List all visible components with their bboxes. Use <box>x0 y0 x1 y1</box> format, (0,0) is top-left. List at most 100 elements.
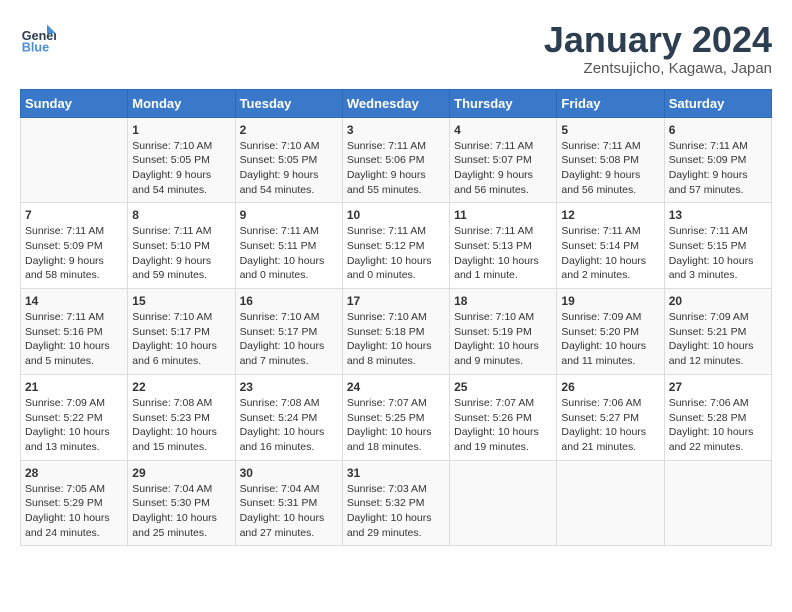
day-number: 24 <box>347 380 445 394</box>
page-header: General Blue January 2024 Zentsujicho, K… <box>20 20 772 77</box>
header-friday: Friday <box>557 89 664 117</box>
day-info: Sunrise: 7:11 AMSunset: 5:15 PMDaylight:… <box>669 224 767 283</box>
svg-text:Blue: Blue <box>22 41 49 55</box>
day-number: 12 <box>561 208 659 222</box>
title-block: January 2024 Zentsujicho, Kagawa, Japan <box>544 20 772 77</box>
calendar-cell: 14Sunrise: 7:11 AMSunset: 5:16 PMDayligh… <box>21 289 128 375</box>
day-info: Sunrise: 7:08 AMSunset: 5:24 PMDaylight:… <box>240 396 338 455</box>
calendar-cell: 24 Sunrise: 7:07 AMSunset: 5:25 PMDayligh… <box>342 374 449 460</box>
day-number: 27 <box>669 380 767 394</box>
week-row-4: 21 Sunrise: 7:09 AMSunset: 5:22 PMDayligh… <box>21 374 772 460</box>
calendar-cell <box>664 460 771 546</box>
day-number: 8 <box>132 208 230 222</box>
day-number: 25 <box>454 380 552 394</box>
calendar-cell <box>450 460 557 546</box>
day-number: 23 <box>240 380 338 394</box>
day-info: Sunrise: 7:10 AMSunset: 5:17 PMDaylight:… <box>132 310 230 369</box>
day-info: Sunrise: 7:11 AMSunset: 5:07 PMDaylight:… <box>454 139 552 198</box>
calendar-cell: 13 Sunrise: 7:11 AMSunset: 5:15 PMDayligh… <box>664 203 771 289</box>
day-number: 20 <box>669 294 767 308</box>
calendar-cell: 22Sunrise: 7:08 AMSunset: 5:23 PMDayligh… <box>128 374 235 460</box>
calendar-cell: 30 Sunrise: 7:04 AMSunset: 5:31 PMDayligh… <box>235 460 342 546</box>
day-number: 1 <box>132 123 230 137</box>
day-number: 13 <box>669 208 767 222</box>
logo-icon: General Blue <box>20 20 56 56</box>
day-number: 17 <box>347 294 445 308</box>
day-number: 10 <box>347 208 445 222</box>
calendar-cell: 17 Sunrise: 7:10 AMSunset: 5:18 PMDayligh… <box>342 289 449 375</box>
logo: General Blue <box>20 20 56 56</box>
day-info: Sunrise: 7:04 AMSunset: 5:30 PMDaylight:… <box>132 482 230 541</box>
calendar-cell: 7 Sunrise: 7:11 AMSunset: 5:09 PMDaylight… <box>21 203 128 289</box>
calendar-cell: 29 Sunrise: 7:04 AMSunset: 5:30 PMDayligh… <box>128 460 235 546</box>
day-info: Sunrise: 7:10 AMSunset: 5:18 PMDaylight:… <box>347 310 445 369</box>
calendar-cell: 4Sunrise: 7:11 AMSunset: 5:07 PMDaylight… <box>450 117 557 203</box>
day-number: 29 <box>132 466 230 480</box>
calendar-cell: 27 Sunrise: 7:06 AMSunset: 5:28 PMDayligh… <box>664 374 771 460</box>
day-info: Sunrise: 7:07 AMSunset: 5:26 PMDaylight:… <box>454 396 552 455</box>
day-info: Sunrise: 7:04 AMSunset: 5:31 PMDaylight:… <box>240 482 338 541</box>
calendar-cell: 25 Sunrise: 7:07 AMSunset: 5:26 PMDayligh… <box>450 374 557 460</box>
day-number: 5 <box>561 123 659 137</box>
day-info: Sunrise: 7:08 AMSunset: 5:23 PMDaylight:… <box>132 396 230 455</box>
day-info: Sunrise: 7:11 AMSunset: 5:09 PMDaylight:… <box>25 224 123 283</box>
calendar-cell: 8 Sunrise: 7:11 AMSunset: 5:10 PMDaylight… <box>128 203 235 289</box>
day-number: 30 <box>240 466 338 480</box>
day-number: 21 <box>25 380 123 394</box>
day-number: 18 <box>454 294 552 308</box>
location-subtitle: Zentsujicho, Kagawa, Japan <box>544 60 772 77</box>
calendar-cell: 11 Sunrise: 7:11 AMSunset: 5:13 PMDayligh… <box>450 203 557 289</box>
day-number: 15 <box>132 294 230 308</box>
calendar-cell: 26Sunrise: 7:06 AMSunset: 5:27 PMDayligh… <box>557 374 664 460</box>
calendar-cell: 21 Sunrise: 7:09 AMSunset: 5:22 PMDayligh… <box>21 374 128 460</box>
calendar-cell: 1Sunrise: 7:10 AMSunset: 5:05 PMDaylight… <box>128 117 235 203</box>
day-number: 28 <box>25 466 123 480</box>
day-number: 11 <box>454 208 552 222</box>
day-info: Sunrise: 7:09 AMSunset: 5:21 PMDaylight:… <box>669 310 767 369</box>
day-number: 7 <box>25 208 123 222</box>
calendar-cell <box>557 460 664 546</box>
day-info: Sunrise: 7:11 AMSunset: 5:11 PMDaylight:… <box>240 224 338 283</box>
calendar-cell: 19Sunrise: 7:09 AMSunset: 5:20 PMDayligh… <box>557 289 664 375</box>
day-number: 31 <box>347 466 445 480</box>
calendar-cell: 15 Sunrise: 7:10 AMSunset: 5:17 PMDayligh… <box>128 289 235 375</box>
day-info: Sunrise: 7:11 AMSunset: 5:14 PMDaylight:… <box>561 224 659 283</box>
header-thursday: Thursday <box>450 89 557 117</box>
header-tuesday: Tuesday <box>235 89 342 117</box>
calendar-cell: 20 Sunrise: 7:09 AMSunset: 5:21 PMDayligh… <box>664 289 771 375</box>
calendar-cell: 6 Sunrise: 7:11 AMSunset: 5:09 PMDaylight… <box>664 117 771 203</box>
week-row-5: 28Sunrise: 7:05 AMSunset: 5:29 PMDayligh… <box>21 460 772 546</box>
day-info: Sunrise: 7:11 AMSunset: 5:13 PMDaylight:… <box>454 224 552 283</box>
day-info: Sunrise: 7:09 AMSunset: 5:22 PMDaylight:… <box>25 396 123 455</box>
week-row-2: 7 Sunrise: 7:11 AMSunset: 5:09 PMDaylight… <box>21 203 772 289</box>
day-info: Sunrise: 7:11 AMSunset: 5:12 PMDaylight:… <box>347 224 445 283</box>
header-row: SundayMondayTuesdayWednesdayThursdayFrid… <box>21 89 772 117</box>
day-info: Sunrise: 7:11 AMSunset: 5:06 PMDaylight:… <box>347 139 445 198</box>
day-info: Sunrise: 7:11 AMSunset: 5:10 PMDaylight:… <box>132 224 230 283</box>
calendar-cell: 2 Sunrise: 7:10 AMSunset: 5:05 PMDaylight… <box>235 117 342 203</box>
day-info: Sunrise: 7:03 AMSunset: 5:32 PMDaylight:… <box>347 482 445 541</box>
day-info: Sunrise: 7:10 AMSunset: 5:17 PMDaylight:… <box>240 310 338 369</box>
day-number: 6 <box>669 123 767 137</box>
calendar-cell: 12 Sunrise: 7:11 AMSunset: 5:14 PMDayligh… <box>557 203 664 289</box>
calendar-cell: 31 Sunrise: 7:03 AMSunset: 5:32 PMDayligh… <box>342 460 449 546</box>
week-row-1: 1 Sunrise: 7:10 AMSunset: 5:05 PMDaylight… <box>21 117 772 203</box>
day-info: Sunrise: 7:10 AMSunset: 5:05 PMDaylight:… <box>240 139 338 198</box>
day-number: 3 <box>347 123 445 137</box>
day-info: Sunrise: 7:07 AMSunset: 5:25 PMDaylight:… <box>347 396 445 455</box>
header-sunday: Sunday <box>21 89 128 117</box>
header-wednesday: Wednesday <box>342 89 449 117</box>
calendar-cell: 23 Sunrise: 7:08 AMSunset: 5:24 PMDayligh… <box>235 374 342 460</box>
day-number: 2 <box>240 123 338 137</box>
calendar-cell: 16 Sunrise: 7:10 AMSunset: 5:17 PMDayligh… <box>235 289 342 375</box>
calendar-cell: 18 Sunrise: 7:10 AMSunset: 5:19 PMDayligh… <box>450 289 557 375</box>
day-number: 14 <box>25 294 123 308</box>
day-number: 16 <box>240 294 338 308</box>
calendar-cell: 28Sunrise: 7:05 AMSunset: 5:29 PMDayligh… <box>21 460 128 546</box>
calendar-cell: 3 Sunrise: 7:11 AMSunset: 5:06 PMDaylight… <box>342 117 449 203</box>
day-info: Sunrise: 7:06 AMSunset: 5:28 PMDaylight:… <box>669 396 767 455</box>
header-monday: Monday <box>128 89 235 117</box>
day-info: Sunrise: 7:10 AMSunset: 5:19 PMDaylight:… <box>454 310 552 369</box>
month-title: January 2024 <box>544 20 772 60</box>
day-info: Sunrise: 7:11 AMSunset: 5:09 PMDaylight:… <box>669 139 767 198</box>
